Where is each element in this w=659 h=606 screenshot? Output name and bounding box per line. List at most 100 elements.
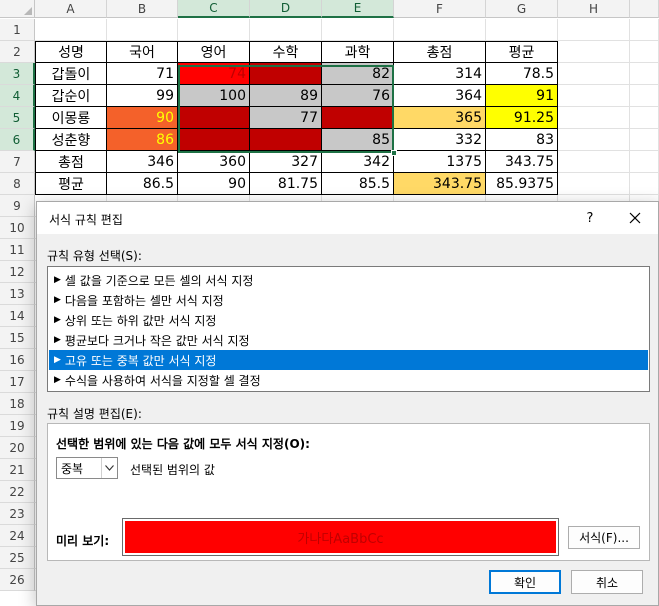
grid-cell[interactable] [558,85,630,107]
grid-cell[interactable] [178,19,250,41]
data-cell[interactable]: 85.5 [322,173,394,195]
row-header[interactable]: 3 [0,63,35,85]
grid-cell[interactable] [394,19,486,41]
header-cell[interactable]: 성명 [35,41,107,63]
select-all-corner[interactable] [0,0,35,18]
column-header[interactable]: D [250,0,322,18]
data-cell[interactable]: 81.75 [250,173,322,195]
column-header[interactable]: C [178,0,250,18]
row-header[interactable]: 8 [0,173,35,195]
row-header[interactable]: 23 [0,503,35,525]
close-button[interactable] [622,206,648,230]
row-header[interactable]: 7 [0,151,35,173]
grid-cell[interactable] [558,107,630,129]
format-button[interactable]: 서식(F)... [568,526,640,549]
data-cell[interactable]: 360 [178,151,250,173]
grid-cell[interactable] [486,19,558,41]
rule-type-item[interactable]: ▶ 평균보다 크거나 작은 값만 서식 지정 [49,330,648,350]
grid-cell[interactable] [630,41,659,63]
grid-cell[interactable] [250,19,322,41]
header-cell[interactable]: 총점 [394,41,486,63]
row-header[interactable]: 22 [0,481,35,503]
grid-cell[interactable] [35,19,107,41]
row-header[interactable]: 17 [0,371,35,393]
row-header[interactable]: 15 [0,327,35,349]
data-cell[interactable]: 346 [107,151,178,173]
header-cell[interactable]: 영어 [178,41,250,63]
data-cell[interactable]: 365 [394,107,486,129]
data-cell[interactable]: 77 [250,107,322,129]
column-header[interactable]: H [558,0,630,18]
row-header[interactable]: 12 [0,261,35,283]
data-cell[interactable]: 85.9375 [486,173,558,195]
row-header[interactable]: 2 [0,41,35,63]
data-cell[interactable]: 82 [322,63,394,85]
data-cell[interactable]: 총점 [35,151,107,173]
data-cell[interactable]: 87 [250,63,322,85]
data-cell[interactable]: 1375 [394,151,486,173]
column-header[interactable]: E [322,0,394,18]
row-header[interactable]: 14 [0,305,35,327]
data-cell[interactable]: 332 [394,129,486,151]
data-cell[interactable]: 83 [486,129,558,151]
data-cell[interactable]: 89 [250,85,322,107]
rule-type-item[interactable]: ▶ 셀 값을 기준으로 모든 셀의 서식 지정 [49,270,648,290]
data-cell[interactable]: 100 [178,85,250,107]
grid-cell[interactable] [558,173,630,195]
duplicate-unique-select[interactable]: 중복 [56,457,118,479]
row-header[interactable]: 20 [0,437,35,459]
grid-cell[interactable] [630,19,659,41]
data-cell[interactable]: 71 [107,63,178,85]
data-cell[interactable]: 99 [322,107,394,129]
ok-button[interactable]: 확인 [489,570,561,594]
data-cell[interactable]: 이몽룡 [35,107,107,129]
data-cell[interactable]: 342 [322,151,394,173]
grid-cell[interactable] [558,41,630,63]
column-header[interactable]: G [486,0,558,18]
data-cell[interactable]: 74 [250,129,322,151]
grid-cell[interactable] [322,19,394,41]
row-header[interactable]: 18 [0,393,35,415]
grid-cell[interactable] [558,151,630,173]
column-header[interactable]: F [394,0,486,18]
row-header[interactable]: 6 [0,129,35,151]
data-cell[interactable]: 86 [107,129,178,151]
rule-type-list[interactable]: ▶ 셀 값을 기준으로 모든 셀의 서식 지정 ▶ 다음을 포함하는 셀만 서식 지정… [47,266,650,392]
grid-cell[interactable] [630,129,659,151]
grid-cell[interactable] [558,19,630,41]
grid-cell[interactable] [107,19,178,41]
data-cell[interactable]: 99 [107,85,178,107]
data-cell[interactable]: 327 [250,151,322,173]
grid-cell[interactable] [630,151,659,173]
column-header[interactable]: A [35,0,107,18]
fill-handle[interactable] [391,150,397,156]
row-header[interactable]: 5 [0,107,35,129]
data-cell[interactable]: 90 [178,173,250,195]
row-header[interactable]: 25 [0,547,35,569]
header-cell[interactable]: 국어 [107,41,178,63]
data-cell[interactable]: 갑순이 [35,85,107,107]
data-cell[interactable]: 87 [178,129,250,151]
header-cell[interactable]: 수학 [250,41,322,63]
column-header[interactable]: B [107,0,178,18]
row-header[interactable]: 21 [0,459,35,481]
grid-cell[interactable] [630,107,659,129]
data-cell[interactable]: 343.75 [394,173,486,195]
data-cell[interactable]: 364 [394,85,486,107]
rule-type-item[interactable]: ▶ 수식을 사용하여 서식을 지정할 셀 결정 [49,370,648,390]
data-cell[interactable]: 314 [394,63,486,85]
grid-cell[interactable] [558,129,630,151]
row-header[interactable]: 26 [0,569,35,591]
row-header[interactable]: 4 [0,85,35,107]
row-header[interactable]: 9 [0,195,35,217]
rule-type-item[interactable]: ▶ 다음을 포함하는 셀만 서식 지정 [49,290,648,310]
data-cell[interactable]: 성춘향 [35,129,107,151]
row-header[interactable]: 24 [0,525,35,547]
row-header[interactable]: 13 [0,283,35,305]
row-header[interactable]: 10 [0,217,35,239]
header-cell[interactable]: 평균 [486,41,558,63]
cancel-button[interactable]: 취소 [571,570,643,594]
row-header[interactable]: 1 [0,19,35,41]
row-header[interactable]: 16 [0,349,35,371]
rule-type-item[interactable]: ▶ 상위 또는 하위 값만 서식 지정 [49,310,648,330]
